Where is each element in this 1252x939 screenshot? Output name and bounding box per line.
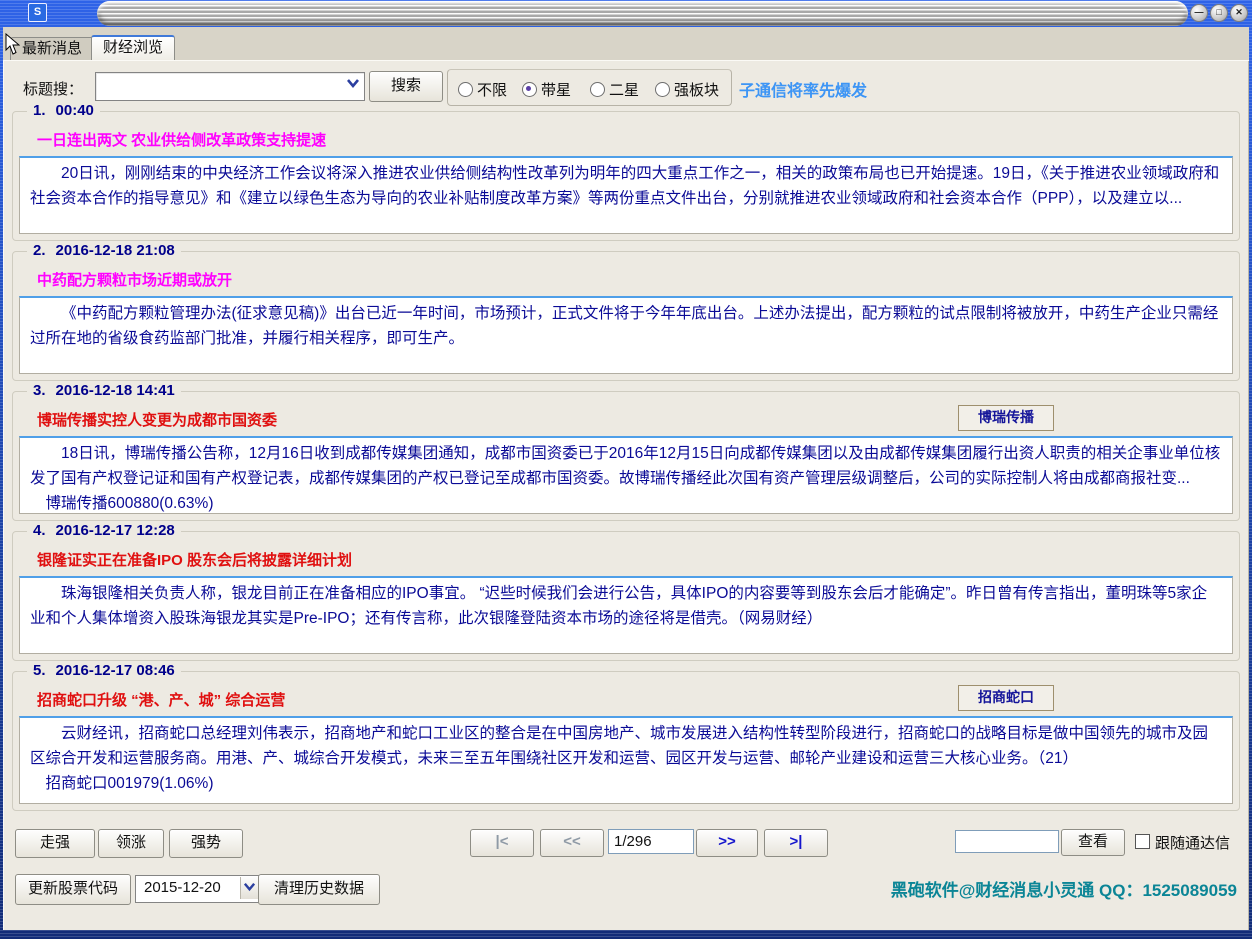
news-item-header: 1. 00:40 — [27, 102, 100, 119]
news-item-number: 2. — [33, 242, 46, 259]
maximize-button[interactable]: □ — [1210, 4, 1228, 22]
news-item-title[interactable]: 招商蛇口升级 “港、产、城” 综合运营 — [13, 672, 1239, 710]
news-item-header: 2. 2016-12-18 21:08 — [27, 242, 181, 259]
news-item-number: 5. — [33, 662, 46, 679]
news-item-title[interactable]: 银隆证实正在准备IPO 股东会后将披露详细计划 — [13, 532, 1239, 570]
stock-lookup-input[interactable] — [955, 830, 1059, 853]
title-bar[interactable]: S — □ ✕ — [0, 0, 1252, 27]
radio-unlimited-label: 不限 — [477, 82, 508, 99]
news-item: 3. 2016-12-18 14:41 博瑞传播实控人变更为成都市国资委 博瑞传播… — [12, 382, 1240, 521]
pager-prev-button[interactable]: << — [540, 829, 604, 857]
news-item-title[interactable]: 中药配方颗粒市场近期或放开 — [13, 252, 1239, 290]
news-item: 4. 2016-12-17 12:28 银隆证实正在准备IPO 股东会后将披露详细… — [12, 522, 1240, 661]
radio-starred-dot[interactable] — [522, 82, 537, 97]
view-button[interactable]: 查看 — [1061, 829, 1125, 856]
clean-history-button[interactable]: 清理历史数据 — [258, 874, 380, 905]
radio-starred[interactable]: 带星 — [522, 79, 571, 100]
tab-strip: 最新消息 财经浏览 — [3, 27, 1249, 60]
news-item-title[interactable]: 博瑞传播实控人变更为成都市国资委 — [13, 392, 1239, 430]
close-button[interactable]: ✕ — [1230, 4, 1248, 22]
main-panel: 标题搜： 搜索 不限 带星 二星 强板块 子通信将率先爆发 1. 00:40 一… — [3, 60, 1249, 930]
news-item: 1. 00:40 一日连出两文 农业供给侧改革政策支持提速 20日讯，刚刚结束的中… — [12, 102, 1240, 241]
news-item-text: 云财经讯，招商蛇口总经理刘伟表示，招商地产和蛇口工业区的整合是在中国房地产、城市… — [30, 725, 1209, 767]
update-stock-codes-button[interactable]: 更新股票代码 — [15, 874, 131, 905]
news-item-header: 5. 2016-12-17 08:46 — [27, 662, 181, 679]
software-credit: 黑砲软件@财经消息小灵通 QQ：1525089059 — [890, 881, 1237, 900]
news-item-body[interactable]: 云财经讯，招商蛇口总经理刘伟表示，招商地产和蛇口工业区的整合是在中国房地产、城市… — [19, 716, 1233, 804]
window-client-area: 最新消息 财经浏览 标题搜： 搜索 不限 带星 二星 强板块 子通信将率先爆发 … — [3, 27, 1249, 930]
control-row-2: 更新股票代码 2015-12-20 清理历史数据 黑砲软件@财经消息小灵通 QQ… — [3, 874, 1249, 906]
control-row-1: 走强 领涨 强势 |< << >> >| 查看 跟随通达信 — [3, 829, 1249, 859]
radio-unlimited-dot[interactable] — [458, 82, 473, 97]
news-item-title[interactable]: 一日连出两文 农业供给侧改革政策支持提速 — [13, 112, 1239, 150]
stock-tag-button[interactable]: 招商蛇口 — [958, 685, 1054, 711]
news-item-number: 3. — [33, 382, 46, 399]
news-item-text: 18日讯，博瑞传播公告称，12月16日收到成都传媒集团通知，成都市国资委已于20… — [30, 445, 1221, 487]
star-filter-group: 不限 带星 二星 强板块 — [447, 69, 732, 106]
title-search-combobox[interactable] — [95, 72, 365, 101]
news-item-stock: 招商蛇口001979(1.06%) — [45, 775, 214, 792]
pager-last-button[interactable]: >| — [764, 829, 828, 857]
headline-marquee[interactable]: 子通信将率先爆发 — [739, 77, 867, 101]
news-item-body[interactable]: 20日讯，刚刚结束的中央经济工作会议将深入推进农业供给侧结构性改革列为明年的四大… — [19, 156, 1233, 234]
news-item-time: 2016-12-18 14:41 — [55, 382, 175, 399]
news-item-time: 2016-12-17 12:28 — [55, 522, 175, 539]
radio-unlimited[interactable]: 不限 — [458, 79, 507, 100]
follow-tdx-label: 跟随通达信 — [1155, 835, 1231, 852]
mouse-cursor-icon — [5, 32, 21, 60]
radio-strong-sector-dot[interactable] — [655, 82, 670, 97]
news-item: 5. 2016-12-17 08:46 招商蛇口升级 “港、产、城” 综合运营 招… — [12, 662, 1240, 811]
radio-strong-sector-label: 强板块 — [674, 82, 720, 99]
radio-strong-sector[interactable]: 强板块 — [655, 79, 719, 100]
news-item-stock: 博瑞传播600880(0.63%) — [45, 495, 214, 512]
news-item-text: 珠海银隆相关负责人称，银龙目前正在准备相应的IPO事宜。 “迟些时候我们会进行公… — [30, 585, 1208, 627]
date-combobox[interactable]: 2015-12-20 — [135, 875, 260, 903]
pager-first-button[interactable]: |< — [470, 829, 534, 857]
search-row: 标题搜： 搜索 不限 带星 二星 强板块 子通信将率先爆发 — [3, 69, 1249, 107]
minimize-button[interactable]: — — [1190, 4, 1208, 22]
radio-two-star[interactable]: 二星 — [590, 79, 639, 100]
news-item-time: 2016-12-18 21:08 — [55, 242, 175, 259]
window-controls: — □ ✕ — [1190, 4, 1248, 22]
pager-page-input[interactable] — [608, 829, 694, 854]
title-search-label: 标题搜： — [23, 81, 84, 98]
combobox-dropdown-icon[interactable] — [344, 76, 362, 95]
radio-two-star-label: 二星 — [609, 82, 640, 99]
tab-finance-browse[interactable]: 财经浏览 — [91, 35, 176, 60]
news-item-time: 2016-12-17 08:46 — [55, 662, 175, 679]
news-item-body[interactable]: 18日讯，博瑞传播公告称，12月16日收到成都传媒集团通知，成都市国资委已于20… — [19, 436, 1233, 514]
news-item-number: 4. — [33, 522, 46, 539]
strong-button[interactable]: 强势 — [169, 829, 243, 858]
news-item-text: 20日讯，刚刚结束的中央经济工作会议将深入推进农业供给侧结构性改革列为明年的四大… — [30, 165, 1220, 207]
title-bar-band — [97, 1, 1188, 26]
pager-next-button[interactable]: >> — [696, 829, 758, 857]
gainers-button[interactable]: 领涨 — [98, 829, 164, 858]
news-item-body[interactable]: 《中药配方颗粒管理办法(征求意见稿)》出台已近一年时间，市场预计，正式文件将于今… — [19, 296, 1233, 374]
stock-tag-button[interactable]: 博瑞传播 — [958, 405, 1054, 431]
news-item-number: 1. — [33, 102, 46, 119]
follow-tdx-checkbox[interactable] — [1135, 834, 1150, 849]
search-button[interactable]: 搜索 — [369, 71, 443, 102]
radio-two-star-dot[interactable] — [590, 82, 605, 97]
news-item-body[interactable]: 珠海银隆相关负责人称，银龙目前正在准备相应的IPO事宜。 “迟些时候我们会进行公… — [19, 576, 1233, 654]
tab-latest-news[interactable]: 最新消息 — [10, 37, 95, 60]
app-window: S — □ ✕ 最新消息 财经浏览 标题搜： 搜索 不限 带星 二星 强板块 子… — [0, 0, 1252, 939]
date-value: 2015-12-20 — [144, 879, 221, 896]
strengthening-button[interactable]: 走强 — [15, 829, 95, 858]
news-item-text: 《中药配方颗粒管理办法(征求意见稿)》出台已近一年时间，市场预计，正式文件将于今… — [30, 305, 1219, 347]
date-dropdown-icon[interactable] — [240, 877, 258, 899]
news-item-header: 4. 2016-12-17 12:28 — [27, 522, 181, 539]
news-item: 2. 2016-12-18 21:08 中药配方颗粒市场近期或放开 《中药配方颗粒… — [12, 242, 1240, 381]
radio-starred-label: 带星 — [541, 82, 572, 99]
news-item-header: 3. 2016-12-18 14:41 — [27, 382, 181, 399]
app-icon: S — [28, 3, 47, 22]
news-item-time: 00:40 — [55, 102, 94, 119]
